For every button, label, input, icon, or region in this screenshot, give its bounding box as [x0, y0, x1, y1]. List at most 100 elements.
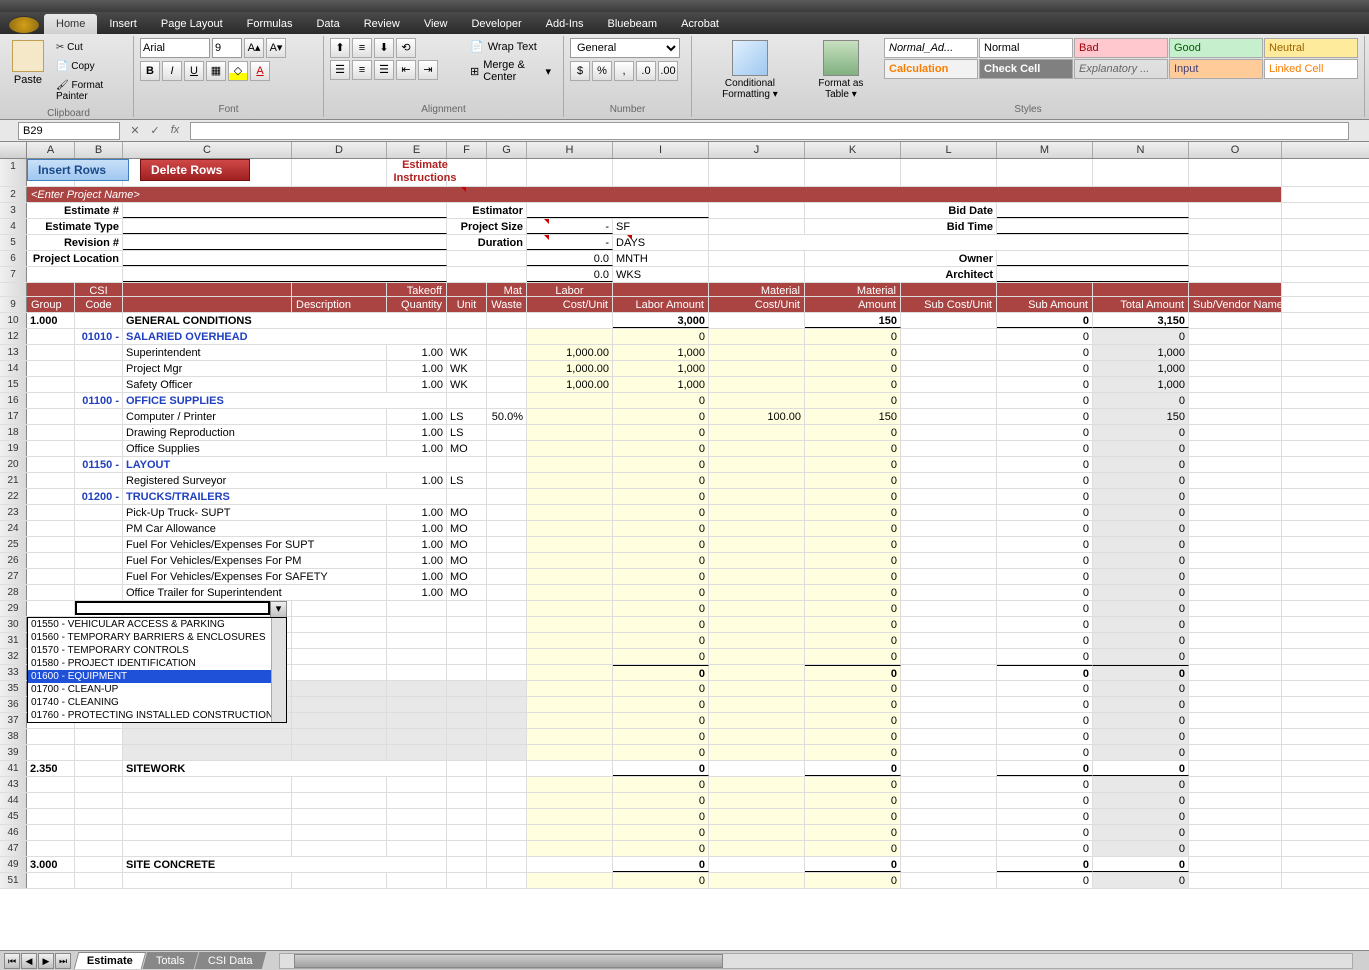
- cell[interactable]: [75, 793, 123, 808]
- cell[interactable]: 0: [1093, 713, 1189, 728]
- cell[interactable]: 1,000: [1093, 361, 1189, 376]
- cell[interactable]: [1189, 159, 1282, 186]
- row-header[interactable]: 5: [0, 235, 27, 250]
- cell[interactable]: [487, 713, 527, 728]
- cell[interactable]: [527, 329, 613, 344]
- cell[interactable]: [487, 345, 527, 360]
- cell[interactable]: [1189, 441, 1282, 456]
- cell[interactable]: Bid Time: [805, 219, 997, 234]
- bold-button[interactable]: B: [140, 61, 160, 81]
- cell[interactable]: [1189, 377, 1282, 392]
- col-header-L[interactable]: L: [901, 142, 997, 158]
- cell[interactable]: 0: [997, 361, 1093, 376]
- cell[interactable]: Superintendent: [123, 345, 387, 360]
- cell[interactable]: 0: [805, 569, 901, 584]
- cell[interactable]: [27, 441, 75, 456]
- cell[interactable]: Unit: [447, 297, 487, 312]
- cell[interactable]: [487, 393, 527, 408]
- cell[interactable]: [387, 697, 447, 712]
- col-header-M[interactable]: M: [997, 142, 1093, 158]
- cell[interactable]: [901, 793, 997, 808]
- cell[interactable]: 0: [1093, 729, 1189, 744]
- col-header-H[interactable]: H: [527, 142, 613, 158]
- cell[interactable]: Takeoff: [387, 283, 447, 296]
- cell[interactable]: 0: [805, 537, 901, 552]
- cell[interactable]: [487, 873, 527, 888]
- style-input[interactable]: Input: [1169, 59, 1263, 79]
- cell[interactable]: 0: [805, 681, 901, 696]
- cell[interactable]: [709, 361, 805, 376]
- cell[interactable]: 1.00: [387, 473, 447, 488]
- cell[interactable]: MO: [447, 521, 487, 536]
- cell[interactable]: 0: [805, 809, 901, 824]
- cell[interactable]: LS: [447, 425, 487, 440]
- cell[interactable]: TRUCKS/TRAILERS: [123, 489, 447, 504]
- cell[interactable]: [1189, 203, 1282, 218]
- row-header[interactable]: 41: [0, 761, 27, 776]
- cell[interactable]: 1,000: [1093, 377, 1189, 392]
- cell[interactable]: [27, 745, 75, 760]
- cell[interactable]: 0: [1093, 553, 1189, 568]
- cell[interactable]: Estimator: [447, 203, 527, 218]
- cell[interactable]: [75, 777, 123, 792]
- cell[interactable]: 0: [1093, 585, 1189, 600]
- cell[interactable]: 0: [1093, 521, 1189, 536]
- font-name-combo[interactable]: [140, 38, 210, 58]
- cell[interactable]: [709, 617, 805, 632]
- cell[interactable]: 2.350: [27, 761, 75, 776]
- cell[interactable]: Architect: [805, 267, 997, 282]
- cell[interactable]: [901, 505, 997, 520]
- cell[interactable]: [75, 809, 123, 824]
- row-header[interactable]: 14: [0, 361, 27, 376]
- format-painter-button[interactable]: 🖌 Format Painter: [51, 77, 126, 105]
- cell[interactable]: [487, 681, 527, 696]
- cell[interactable]: [709, 601, 805, 616]
- cell[interactable]: 0: [1093, 393, 1189, 408]
- cell[interactable]: [709, 393, 805, 408]
- cell[interactable]: [1189, 665, 1282, 680]
- ribbon-tab-bluebeam[interactable]: Bluebeam: [596, 14, 670, 34]
- cell[interactable]: [709, 473, 805, 488]
- cell[interactable]: 0: [613, 521, 709, 536]
- cell[interactable]: [387, 793, 447, 808]
- cell[interactable]: [123, 729, 292, 744]
- cell[interactable]: 0: [997, 697, 1093, 712]
- cell[interactable]: 0: [1093, 441, 1189, 456]
- cell[interactable]: LAYOUT: [123, 457, 447, 472]
- cell[interactable]: [1189, 537, 1282, 552]
- merge-center-button[interactable]: ⊞ Merge & Center ▾: [464, 57, 557, 85]
- cell[interactable]: 0: [613, 425, 709, 440]
- cell[interactable]: Labor: [527, 283, 613, 296]
- row-header[interactable]: 51: [0, 873, 27, 888]
- cell[interactable]: [901, 601, 997, 616]
- cell[interactable]: [901, 713, 997, 728]
- cell[interactable]: Sub Cost/Unit: [901, 297, 997, 312]
- cell[interactable]: 0: [997, 425, 1093, 440]
- cell[interactable]: [75, 585, 123, 600]
- cell[interactable]: [487, 361, 527, 376]
- format-as-table[interactable]: Format as Table ▾: [802, 38, 880, 102]
- cell[interactable]: 0: [997, 713, 1093, 728]
- cell[interactable]: WKS: [613, 267, 709, 282]
- cell[interactable]: [447, 313, 487, 328]
- cell[interactable]: 0: [805, 649, 901, 664]
- cell[interactable]: [527, 825, 613, 840]
- cell[interactable]: [123, 267, 447, 282]
- cell[interactable]: [1189, 601, 1282, 616]
- cell[interactable]: [27, 267, 123, 282]
- cell[interactable]: [447, 633, 487, 648]
- prev-sheet[interactable]: ◀: [21, 953, 37, 969]
- cell[interactable]: [447, 793, 487, 808]
- cell[interactable]: 0: [805, 553, 901, 568]
- cell[interactable]: [709, 267, 805, 282]
- cell[interactable]: Cost/Unit: [527, 297, 613, 312]
- cell[interactable]: [292, 793, 387, 808]
- cell[interactable]: [75, 873, 123, 888]
- cell[interactable]: [487, 825, 527, 840]
- row-header[interactable]: 20: [0, 457, 27, 472]
- cell[interactable]: 0: [997, 393, 1093, 408]
- cell[interactable]: Estimate Type: [27, 219, 123, 234]
- cell[interactable]: [487, 585, 527, 600]
- cell[interactable]: [292, 283, 387, 296]
- row-header[interactable]: 1: [0, 159, 27, 186]
